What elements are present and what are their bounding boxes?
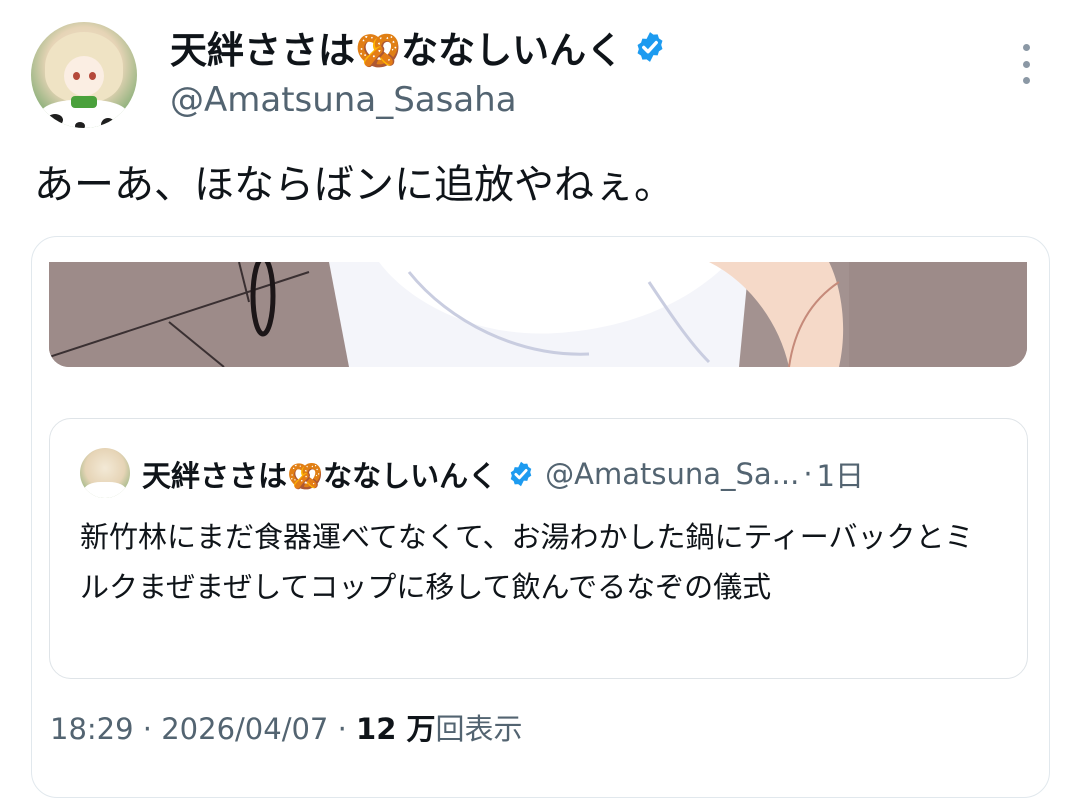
more-options-icon[interactable] — [1012, 44, 1040, 84]
tweet-text: あーあ、ほならばンに追放やねぇ。 — [34, 162, 674, 208]
media-illustration — [49, 262, 1027, 367]
verified-badge-icon — [510, 461, 532, 487]
meta-separator: · — [133, 712, 162, 746]
tweet-media-image[interactable] — [49, 262, 1027, 367]
author-name-row[interactable]: 天絆ささは🥨ななしいんく — [170, 24, 667, 72]
tweet-meta: 18:29 · 2026/04/07 · 12 万 回表示 — [50, 706, 523, 748]
verified-badge-icon — [637, 32, 663, 62]
quoted-tweet-header: 天絆ささは🥨ななしいんく @Amatsuna_Sa... · 1日 — [142, 452, 864, 496]
quoted-author-name[interactable]: 天絆ささは🥨ななしいんく — [142, 453, 497, 495]
author-display-name[interactable]: 天絆ささは🥨ななしいんく — [170, 20, 623, 74]
separator-dot: · — [803, 457, 813, 491]
meta-separator: · — [328, 712, 357, 746]
author-handle[interactable]: @Amatsuna_Sasaha — [170, 80, 517, 120]
tweet-time[interactable]: 18:29 — [50, 712, 134, 746]
tweet-date[interactable]: 2026/04/07 — [161, 712, 328, 746]
view-count-label: 回表示 — [435, 712, 523, 746]
quoted-tweet-text: 新竹林にまだ食器運べてなくて、お湯わかした鍋にティーバックとミルクまぜまぜしてコ… — [80, 520, 974, 604]
quoted-author-handle[interactable]: @Amatsuna_Sa... — [545, 457, 799, 491]
author-avatar[interactable] — [31, 22, 137, 128]
quoted-author-avatar[interactable] — [80, 448, 130, 498]
view-count[interactable]: 12 万 — [356, 706, 435, 748]
quoted-tweet-time[interactable]: 1日 — [817, 453, 864, 495]
